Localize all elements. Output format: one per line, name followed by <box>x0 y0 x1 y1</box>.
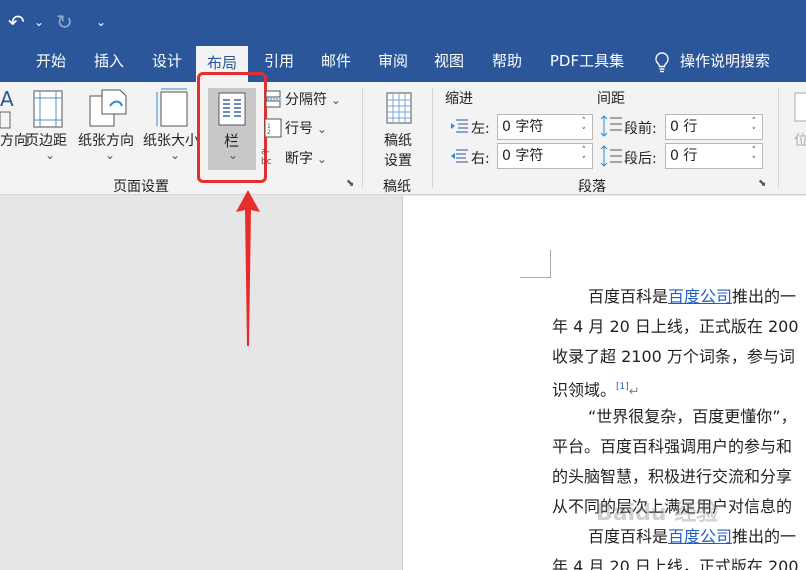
lightbulb-icon <box>655 52 669 73</box>
manuscript-label-1[interactable]: 稿纸 <box>384 130 412 150</box>
orientation-label[interactable]: 方向 <box>0 130 28 150</box>
undo-icon[interactable]: ↶ <box>8 0 25 44</box>
spacing-after-label: 段后: <box>624 151 657 167</box>
svg-text:2: 2 <box>267 129 271 136</box>
hyphenation-icon[interactable]: a-bc <box>261 145 283 165</box>
hyphenation-button[interactable]: 断字 ⌄ <box>285 148 327 168</box>
doc-line: “世界很复杂，百度更懂你”， <box>588 407 797 426</box>
baidu-company-link[interactable]: 百度公司 <box>668 527 732 546</box>
paper-orientation-label[interactable]: 纸张方向 <box>78 130 134 150</box>
indent-right-label: 右: <box>471 151 490 167</box>
svg-text:A: A <box>0 90 14 111</box>
highlight-box <box>197 72 267 183</box>
page-setup-launcher-icon[interactable]: ⬊ <box>346 178 354 189</box>
manuscript-icon[interactable] <box>386 92 412 124</box>
ribbon-tabs: 开始 插入 设计 布局 引用 邮件 审阅 视图 帮助 PDF工具集 操作说明搜索 <box>0 44 806 82</box>
spacing-before-label: 段前: <box>624 121 657 137</box>
paper-size-label[interactable]: 纸张大小 <box>143 130 199 150</box>
margin-corner-mark <box>520 250 551 278</box>
line-numbers-icon[interactable]: 12 <box>264 118 282 138</box>
tab-pdf-tools[interactable]: PDF工具集 <box>544 44 630 82</box>
breaks-button[interactable]: 分隔符 ⌄ <box>285 89 341 109</box>
margins-icon[interactable] <box>33 90 63 128</box>
indent-right-input[interactable]: 0 字符 ˄ ˅ <box>497 143 593 169</box>
position-label[interactable]: 位 <box>794 130 806 150</box>
svg-text:bc: bc <box>261 157 272 165</box>
tab-design[interactable]: 设计 <box>142 44 192 82</box>
manuscript-group-label: 稿纸 <box>383 179 411 195</box>
line-numbers-button[interactable]: 行号 ⌄ <box>285 118 327 138</box>
spacing-after-input[interactable]: 0 行 ˄ ˅ <box>665 143 763 169</box>
paragraph-launcher-icon[interactable]: ⬊ <box>758 178 766 189</box>
paper-size-icon[interactable] <box>155 88 189 128</box>
doc-line: 百度百科是百度公司推出的一 <box>588 287 797 306</box>
red-arrow-annotation <box>236 190 260 346</box>
orientation-icon[interactable]: A <box>0 90 14 130</box>
position-icon[interactable] <box>794 92 806 122</box>
separator <box>778 88 779 188</box>
tab-review[interactable]: 审阅 <box>370 44 416 82</box>
paper-orientation-dropdown-icon[interactable]: ⌄ <box>105 148 115 162</box>
paragraph-mark: ↵ <box>628 384 640 400</box>
spacing-after-icon <box>600 144 622 168</box>
paragraph-group-label: 段落 <box>578 179 606 195</box>
indent-left-input[interactable]: 0 字符 ˄ ˅ <box>497 114 593 140</box>
tab-view[interactable]: 视图 <box>426 44 472 82</box>
spacing-before-input[interactable]: 0 行 ˄ ˅ <box>665 114 763 140</box>
indent-left-icon <box>450 118 468 134</box>
separator <box>362 88 363 188</box>
tell-me-search[interactable]: 操作说明搜索 <box>680 44 784 82</box>
page-setup-group-label: 页面设置 <box>113 179 169 195</box>
tab-insert[interactable]: 插入 <box>84 44 134 82</box>
svg-text:a-: a- <box>261 147 270 157</box>
indent-header: 缩进 <box>445 91 473 107</box>
spacing-header: 间距 <box>597 91 625 107</box>
breaks-icon[interactable] <box>263 90 283 108</box>
tab-help[interactable]: 帮助 <box>484 44 530 82</box>
doc-line: 年 4 月 20 日上线，正式版在 200 <box>552 317 799 336</box>
manuscript-label-2[interactable]: 设置 <box>384 150 412 170</box>
title-bar: ↶ ⌄ ↻ ⌄ <box>0 0 806 44</box>
baidu-company-link[interactable]: 百度公司 <box>668 287 732 306</box>
indent-right-icon <box>450 148 468 164</box>
indent-left-label: 左: <box>471 121 490 137</box>
doc-line: 收录了超 2100 万个词条，参与词 <box>552 347 795 366</box>
spacing-before-icon <box>600 114 622 138</box>
doc-line: 平台。百度百科强调用户的参与和 <box>552 437 793 456</box>
separator <box>432 88 433 188</box>
redo-icon[interactable]: ↻ <box>56 0 73 44</box>
paper-orientation-icon[interactable] <box>88 88 128 128</box>
doc-line: 的头脑智慧，积极进行交流和分享 <box>552 467 793 486</box>
margins-label[interactable]: 页边距 <box>25 130 67 150</box>
customize-qat-icon[interactable]: ⌄ <box>96 0 106 44</box>
margins-dropdown-icon[interactable]: ⌄ <box>45 148 55 162</box>
watermark: Baidu 经验 <box>596 501 719 526</box>
tab-mailings[interactable]: 邮件 <box>312 44 360 82</box>
undo-dropdown-icon[interactable]: ⌄ <box>34 0 44 44</box>
footnote-ref[interactable]: [1] <box>616 382 629 392</box>
paper-size-dropdown-icon[interactable]: ⌄ <box>170 148 180 162</box>
doc-line: 年 4 月 20 日上线，正式版在 200 <box>552 557 799 570</box>
tab-home[interactable]: 开始 <box>26 44 76 82</box>
